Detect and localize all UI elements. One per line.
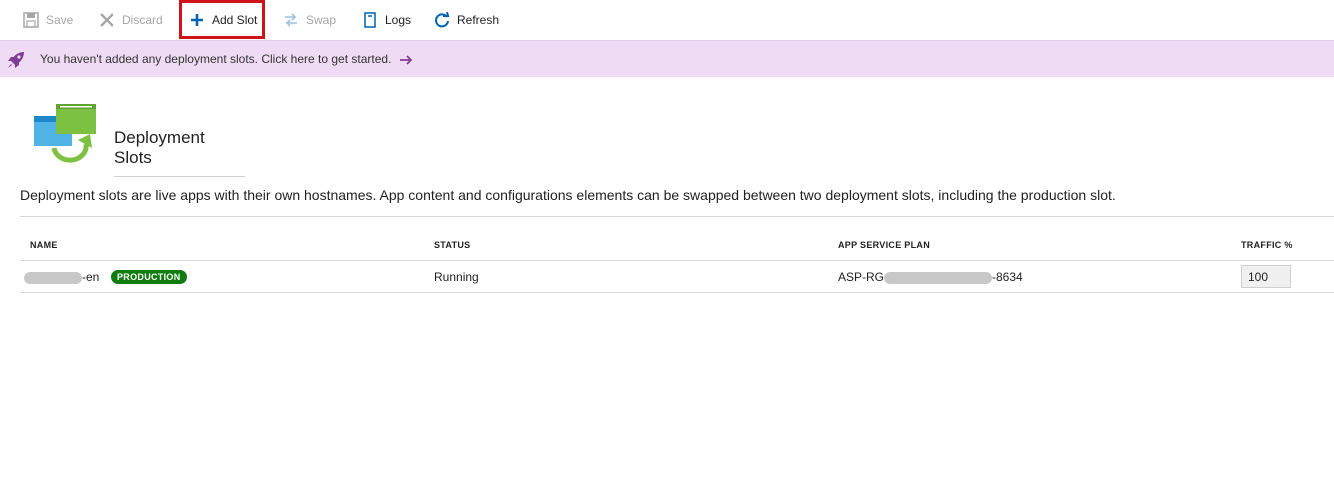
row-divider — [20, 292, 1334, 293]
refresh-label: Refresh — [457, 12, 500, 27]
header-divider — [20, 260, 1334, 261]
plan-prefix: ASP-RG — [838, 270, 885, 284]
refresh-button[interactable]: Refresh — [433, 0, 499, 39]
logs-button[interactable]: Logs — [361, 0, 411, 39]
deployment-slots-icon — [34, 104, 98, 168]
column-header-app-service-plan: APP SERVICE PLAN — [838, 240, 930, 250]
traffic-percent-field[interactable]: 100 — [1241, 265, 1291, 288]
logs-icon — [361, 11, 379, 29]
refresh-icon — [433, 11, 451, 29]
swap-icon — [282, 11, 300, 29]
page-description: Deployment slots are live apps with thei… — [20, 187, 1116, 203]
command-bar: Save Discard Add Slot Swap Logs Refresh — [0, 0, 1334, 39]
swap-label: Swap — [306, 12, 337, 27]
discard-icon — [98, 11, 116, 29]
app-service-plan[interactable]: ASP-RG -8634 — [838, 270, 1023, 284]
save-icon — [22, 11, 40, 29]
column-header-traffic: TRAFFIC % — [1241, 240, 1293, 250]
divider — [20, 216, 1334, 217]
production-badge: PRODUCTION — [111, 270, 187, 284]
plus-icon — [188, 11, 206, 29]
redacted-text — [24, 271, 82, 284]
add-slot-button[interactable]: Add Slot — [179, 0, 265, 39]
logs-label: Logs — [385, 12, 412, 27]
add-slot-label: Add Slot — [212, 12, 258, 27]
slot-name-suffix: -en — [82, 270, 100, 284]
save-button[interactable]: Save — [22, 0, 73, 39]
save-label: Save — [46, 12, 74, 27]
get-started-banner[interactable]: You haven't added any deployment slots. … — [0, 40, 1334, 77]
arrow-right-icon[interactable] — [399, 53, 413, 67]
slot-name[interactable]: -en — [24, 270, 99, 284]
page-title: Deployment Slots — [114, 128, 245, 177]
banner-message: You haven't added any deployment slots. … — [40, 52, 392, 66]
column-header-status: STATUS — [434, 240, 471, 250]
redacted-text — [884, 271, 993, 284]
column-header-name: NAME — [30, 240, 58, 250]
rocket-icon — [6, 50, 26, 70]
slot-status: Running — [434, 270, 479, 284]
swap-button[interactable]: Swap — [282, 0, 336, 39]
plan-suffix: -8634 — [992, 270, 1023, 284]
discard-label: Discard — [122, 12, 163, 27]
discard-button[interactable]: Discard — [98, 0, 163, 39]
